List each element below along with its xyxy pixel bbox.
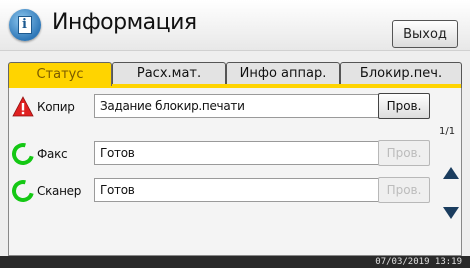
scroll-down-button[interactable] <box>438 200 464 226</box>
info-glyph: i <box>22 17 27 32</box>
page-title: Информация <box>52 10 197 35</box>
tab-label: Расх.мат. <box>136 66 202 81</box>
device-row-copier: Копир Задание блокир.печати Пров. <box>9 92 434 122</box>
device-name: Факс <box>37 147 68 161</box>
tab-label: Инфо аппар. <box>239 66 327 81</box>
information-screen: i Информация Выход Статус Расх.мат. Инфо… <box>0 0 470 268</box>
device-message: Готов <box>94 178 379 202</box>
device-message: Готов <box>94 141 379 165</box>
tab-label: Статус <box>36 67 84 82</box>
ready-ring-icon <box>7 138 39 170</box>
device-row-fax: Факс Готов Пров. <box>7 138 434 170</box>
page-indicator: 1/1 <box>439 126 456 137</box>
check-button[interactable]: Пров. <box>378 177 430 203</box>
triangle-up-icon <box>443 167 459 179</box>
scroll-up-button[interactable] <box>438 160 464 186</box>
header: i Информация Выход <box>0 0 470 51</box>
tab-locked-print[interactable]: Блокир.печ. <box>340 62 462 84</box>
device-message: Задание блокир.печати <box>94 94 379 118</box>
check-button[interactable]: Пров. <box>378 140 430 166</box>
datetime-display: 07/03/2019 13:19 <box>375 257 462 267</box>
warning-icon <box>12 96 34 117</box>
exit-button[interactable]: Выход <box>392 20 458 48</box>
status-panel: Копир Задание блокир.печати Пров. Факс Г… <box>7 88 464 256</box>
info-app-icon: i <box>9 9 41 41</box>
ready-ring-icon <box>7 175 39 207</box>
device-row-scanner: Сканер Готов Пров. <box>7 175 434 207</box>
tab-label: Блокир.печ. <box>359 66 443 81</box>
tab-bar: Статус Расх.мат. Инфо аппар. Блокир.печ. <box>8 62 462 86</box>
check-button[interactable]: Пров. <box>378 93 430 119</box>
triangle-down-icon <box>443 207 459 219</box>
tab-status[interactable]: Статус <box>8 62 112 86</box>
device-name: Копир <box>37 100 75 114</box>
status-bar: 07/03/2019 13:19 <box>0 256 470 268</box>
device-name: Сканер <box>37 184 82 198</box>
tab-supplies[interactable]: Расх.мат. <box>112 62 226 84</box>
tab-machine-info[interactable]: Инфо аппар. <box>226 62 340 84</box>
document-icon: i <box>18 16 32 34</box>
